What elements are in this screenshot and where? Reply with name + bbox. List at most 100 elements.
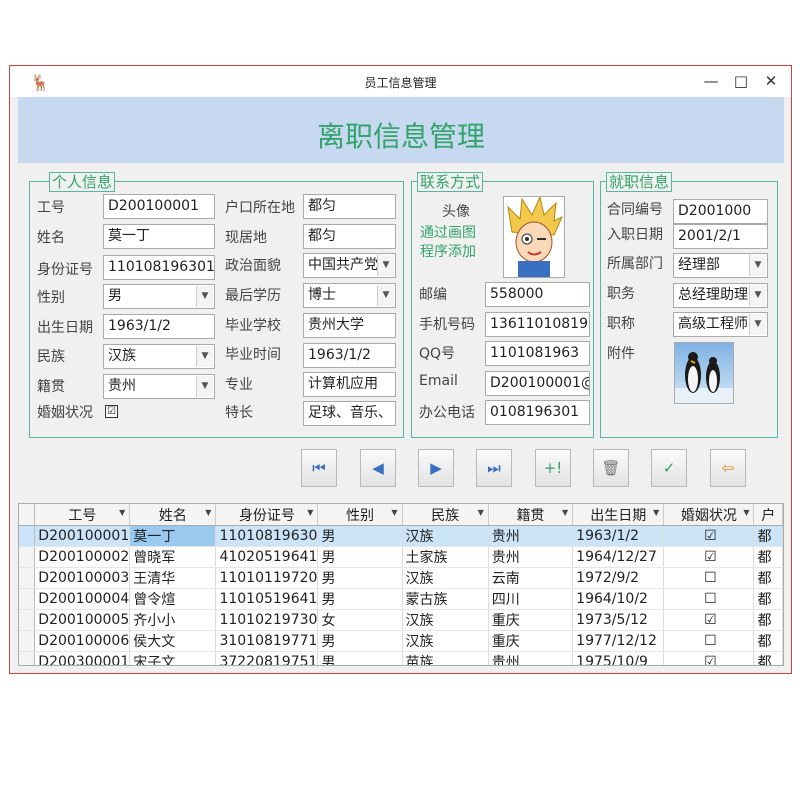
table-cell-gender[interactable]: 男 — [317, 588, 403, 610]
add-record-button[interactable]: +! — [535, 449, 571, 487]
table-cell-more[interactable]: 都 — [753, 525, 783, 547]
table-cell-native[interactable]: 云南 — [488, 567, 574, 589]
table-cell-eth[interactable]: 汉族 — [402, 567, 489, 589]
table-row[interactable]: D200100002 曾晓军 41020519641 男土家族 贵州 1964/12/27… — [19, 546, 783, 568]
prev-record-button[interactable]: ◀ — [360, 449, 396, 487]
table-row[interactable]: D200300001 宋子文 37220819751 男苗族 贵州 1975/10/9 ☑ 都 — [19, 651, 783, 665]
table-cell-birth[interactable]: 1964/10/2 — [572, 588, 665, 610]
table-cell-name[interactable]: 齐小小 — [129, 609, 217, 631]
table-cell-idcard[interactable]: 37220819751 — [215, 651, 319, 665]
table-cell-married[interactable]: ☑ — [663, 525, 755, 547]
row-header[interactable] — [19, 546, 36, 568]
confirm-button[interactable]: ✓ — [651, 449, 687, 487]
table-cell-birth[interactable]: 1963/1/2 — [572, 525, 665, 547]
column-header[interactable]: 婚姻状况 ▼ — [663, 504, 755, 526]
delete-record-button[interactable]: 🗑 — [593, 449, 629, 487]
next-record-button[interactable]: ▶ — [418, 449, 454, 487]
chevron-down-icon[interactable]: ▼ — [749, 285, 766, 306]
table-cell-name[interactable]: 曾晓军 — [129, 546, 217, 568]
table-row[interactable]: D200100005 齐小小 11010219730 女汉族 重庆 1973/5/12 ☑ 都 — [19, 609, 783, 631]
title-bar[interactable]: 🦌 员工信息管理 — □ ✕ — [10, 66, 791, 97]
table-cell-birth[interactable]: 1975/10/9 — [572, 651, 665, 665]
table-cell-native[interactable]: 四川 — [488, 588, 574, 610]
table-cell-gender[interactable]: 男 — [317, 546, 403, 568]
table-cell-name[interactable]: 莫一丁 — [129, 525, 217, 547]
table-cell-birth[interactable]: 1973/5/12 — [572, 609, 665, 631]
married-checkbox[interactable]: ☐ — [704, 633, 717, 649]
table-cell-gender[interactable]: 男 — [317, 651, 403, 665]
row-header[interactable] — [19, 525, 36, 547]
table-cell-idcard[interactable]: 41020519641 — [215, 546, 319, 568]
table-cell-native[interactable]: 贵州 — [488, 525, 574, 547]
table-cell-idcard[interactable]: 11010819630 — [215, 525, 319, 547]
birth-field[interactable]: 1963/1/2 — [103, 314, 215, 339]
table-cell-id[interactable]: D200100004 — [34, 588, 131, 610]
hukou-field[interactable]: 都匀 — [303, 194, 396, 219]
email-field[interactable]: D200100001@it — [485, 371, 590, 396]
chevron-down-icon[interactable]: ▼ — [377, 285, 394, 306]
table-row[interactable]: D200100001 莫一丁 11010819630 男汉族 贵州 1963/1/2 ☑ 都 — [19, 525, 783, 547]
chevron-down-icon[interactable]: ▼ — [196, 346, 213, 367]
sort-dropdown-icon[interactable]: ▼ — [743, 508, 749, 517]
qq-field[interactable]: 1101081963 — [485, 341, 590, 366]
column-header[interactable]: 出生日期 ▼ — [572, 504, 665, 526]
married-checkbox[interactable]: ☐ — [704, 570, 717, 586]
table-cell-id[interactable]: D200100002 — [34, 546, 131, 568]
table-cell-birth[interactable]: 1977/12/12 — [572, 630, 665, 652]
grad-date-field[interactable]: 1963/1/2 — [303, 343, 396, 368]
id-card-field[interactable]: 1101081963010 — [103, 255, 215, 280]
residence-field[interactable]: 都匀 — [303, 224, 396, 249]
sort-dropdown-icon[interactable]: ▼ — [205, 508, 211, 517]
title-select[interactable]: 高级工程师 ▼ — [673, 312, 768, 337]
column-header[interactable]: 民族 ▼ — [402, 504, 489, 526]
maximize-button[interactable]: □ — [727, 70, 755, 92]
table-cell-more[interactable]: 都 — [753, 609, 783, 631]
table-cell-married[interactable]: ☐ — [663, 567, 755, 589]
table-row[interactable]: D200100004 曾令煊 11010519641 男蒙古族 四川 1964/10/2 ☐… — [19, 588, 783, 610]
table-cell-married[interactable]: ☑ — [663, 609, 755, 631]
native-select[interactable]: 贵州 ▼ — [103, 374, 215, 399]
chevron-down-icon[interactable]: ▼ — [196, 376, 213, 397]
office-field[interactable]: 0108196301 — [485, 400, 590, 425]
minimize-button[interactable]: — — [697, 70, 725, 92]
exit-button[interactable]: ⇦ — [710, 449, 746, 487]
sort-dropdown-icon[interactable]: ▼ — [391, 508, 397, 517]
avatar[interactable] — [503, 195, 565, 278]
first-record-button[interactable]: ⏮ — [301, 449, 337, 487]
column-header[interactable]: 性别 ▼ — [317, 504, 403, 526]
hire-date-field[interactable]: 2001/2/1 — [673, 224, 768, 249]
table-cell-native[interactable]: 贵州 — [488, 651, 574, 665]
table-cell-more[interactable]: 都 — [753, 630, 783, 652]
marital-checkbox[interactable]: ☑ — [105, 405, 118, 418]
education-select[interactable]: 博士 ▼ — [303, 283, 396, 308]
married-checkbox[interactable]: ☑ — [704, 612, 717, 628]
table-cell-gender[interactable]: 女 — [317, 609, 403, 631]
attachment[interactable] — [674, 342, 734, 404]
sort-dropdown-icon[interactable]: ▼ — [562, 508, 568, 517]
table-cell-eth[interactable]: 汉族 — [402, 609, 489, 631]
row-header[interactable] — [19, 651, 36, 665]
mobile-field[interactable]: 1361101081963 — [485, 312, 590, 337]
table-cell-more[interactable]: 都 — [753, 651, 783, 665]
table-cell-idcard[interactable]: 11010219730 — [215, 609, 319, 631]
politics-select[interactable]: 中国共产党 ▼ — [303, 253, 396, 278]
chevron-down-icon[interactable]: ▼ — [749, 314, 766, 335]
close-button[interactable]: ✕ — [757, 70, 785, 92]
married-checkbox[interactable]: ☑ — [704, 528, 717, 544]
row-header[interactable] — [19, 630, 36, 652]
major-field[interactable]: 计算机应用 — [303, 372, 396, 397]
column-header[interactable]: 姓名 ▼ — [129, 504, 217, 526]
table-cell-gender[interactable]: 男 — [317, 630, 403, 652]
table-cell-gender[interactable]: 男 — [317, 567, 403, 589]
ethnicity-select[interactable]: 汉族 ▼ — [103, 344, 215, 369]
married-checkbox[interactable]: ☑ — [704, 654, 717, 665]
school-field[interactable]: 贵州大学 — [303, 313, 396, 338]
table-cell-idcard[interactable]: 31010819771 — [215, 630, 319, 652]
sort-dropdown-icon[interactable]: ▼ — [653, 508, 659, 517]
column-header[interactable]: 工号 ▼ — [34, 504, 131, 526]
last-record-button[interactable]: ⏭ — [476, 449, 512, 487]
chevron-down-icon[interactable]: ▼ — [196, 286, 213, 307]
table-cell-native[interactable]: 重庆 — [488, 630, 574, 652]
table-cell-more[interactable]: 都 — [753, 588, 783, 610]
table-cell-married[interactable]: ☐ — [663, 588, 755, 610]
